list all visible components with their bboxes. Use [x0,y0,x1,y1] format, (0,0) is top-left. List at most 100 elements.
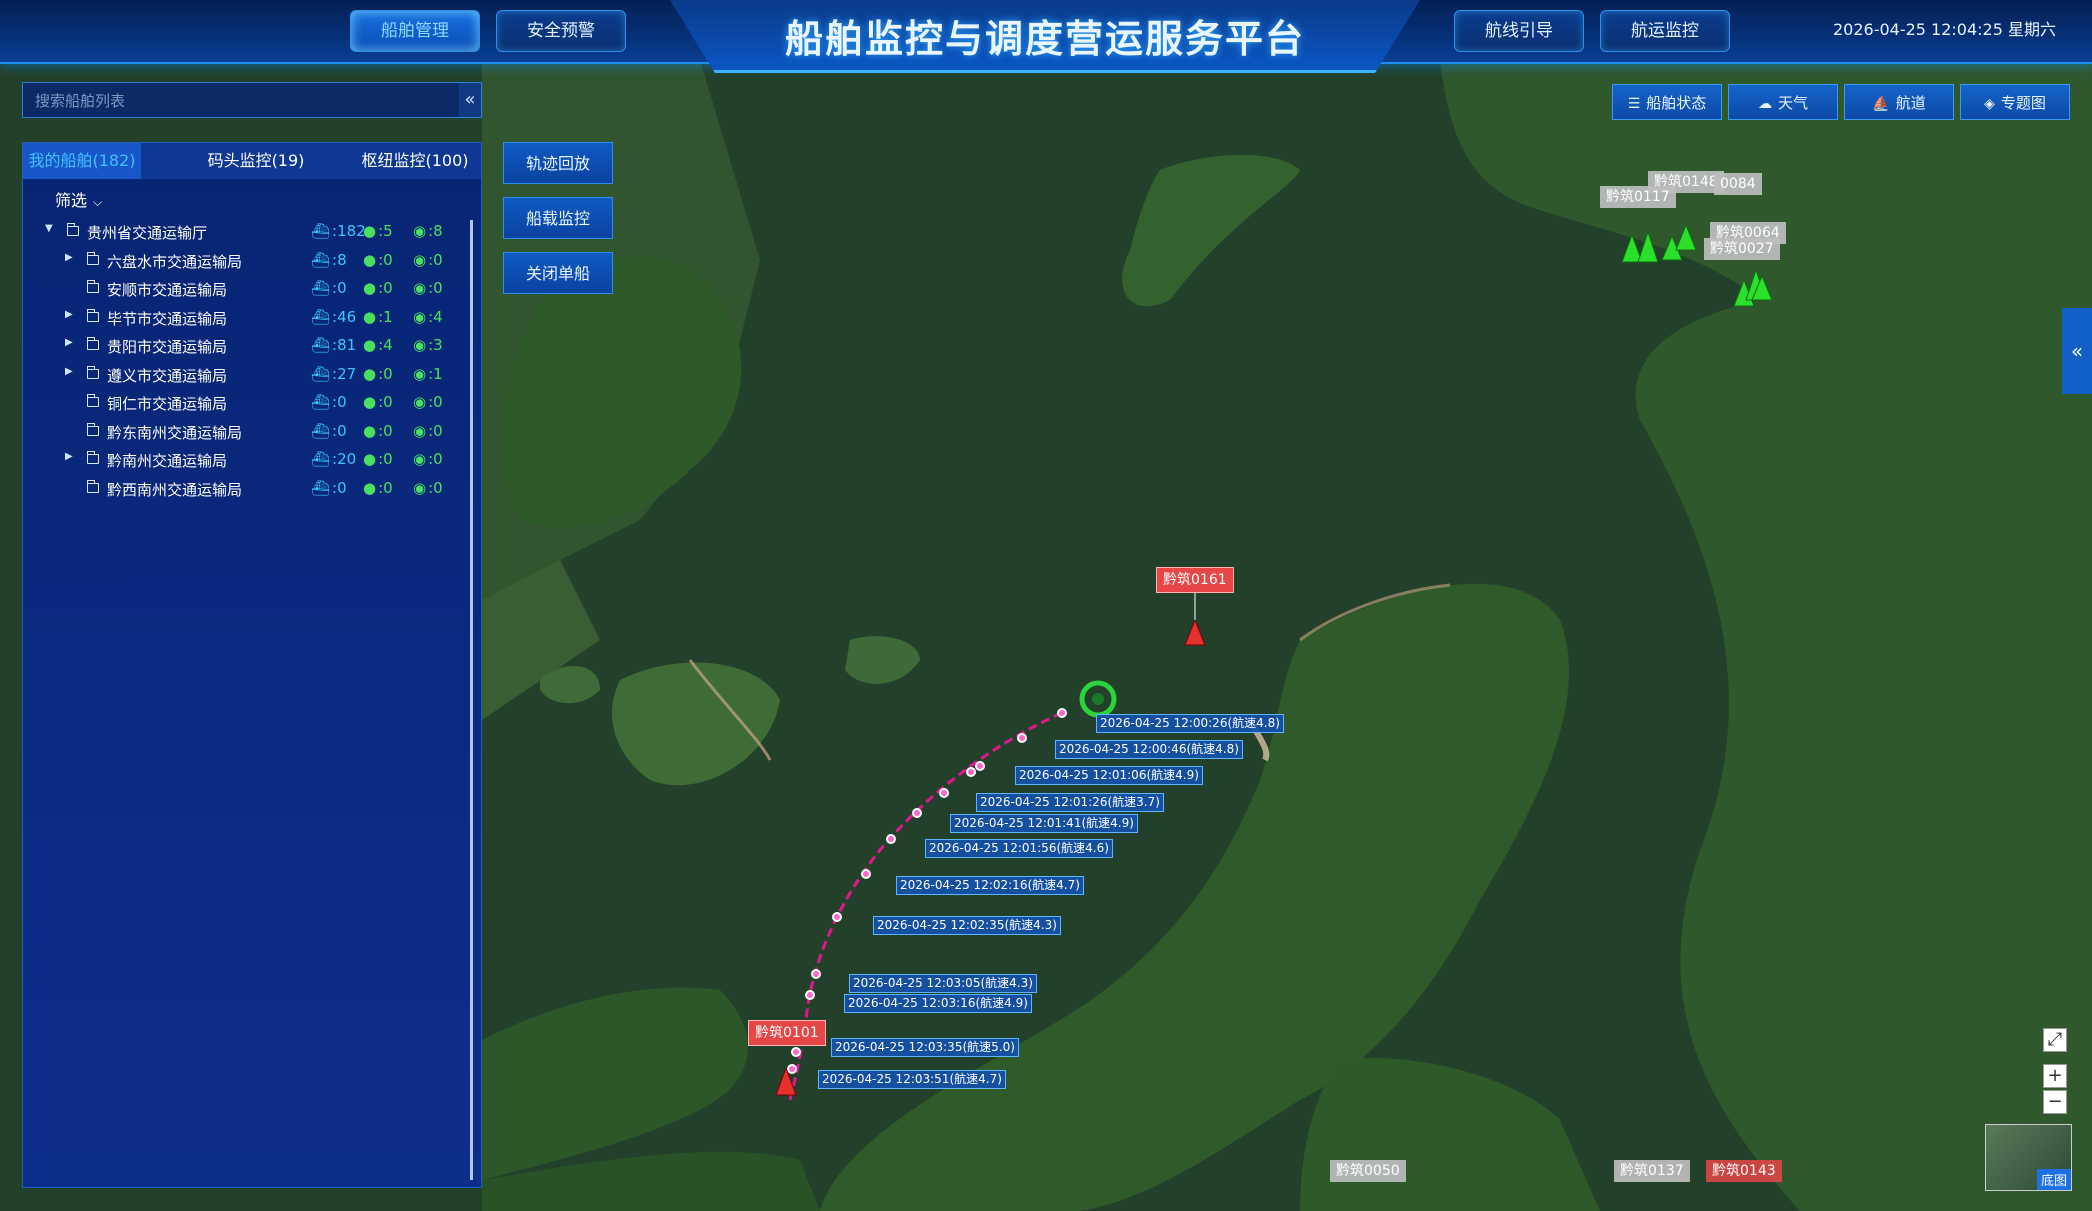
ship-icon: ⛴ [311,307,331,326]
alert-icon: ◉ [413,393,427,411]
caret-right-icon[interactable]: ▶ [65,252,73,263]
track-point-label: 2026-04-25 12:03:51(航速4.7) [818,1070,1006,1089]
alert-count: ◉:1 [413,364,443,383]
track-point-label: 2026-04-25 12:02:35(航速4.3) [873,916,1061,935]
alert-count: ◉:0 [413,393,443,411]
ship-label[interactable]: 0084 [1714,173,1762,195]
tree-row[interactable]: ▶ 遵义市交通运输局 ⛴:27 ●:0 ◉:1 [23,363,463,389]
online-icon: ● [363,279,377,297]
tree-label[interactable]: 安顺市交通运输局 [107,279,227,300]
ship-label[interactable]: 黔筑0137 [1614,1160,1690,1182]
basemap-switcher[interactable]: 底图 [1985,1124,2072,1191]
online-count-value: 0 [383,421,393,440]
ship-label[interactable]: 黔筑0101 [748,1020,826,1046]
channel-button[interactable]: ⛵ 航道 [1844,84,1954,120]
online-count-value: 0 [383,364,393,383]
ship-label[interactable]: 黔筑0050 [1330,1160,1406,1182]
tree-label[interactable]: 遵义市交通运输局 [107,365,227,386]
tree-row[interactable]: ▶ 毕节市交通运输局 ⛴:46 ●:1 ◉:4 [23,306,463,332]
ship-label[interactable]: 黔筑0143 [1706,1160,1782,1182]
ship-icon: ⛴ [311,421,331,440]
ship-count-value: 0 [337,421,347,440]
ship-count: ⛴:81 [311,336,357,354]
tab-my-ships[interactable]: 我的船舶(182) [23,143,141,179]
tree-label[interactable]: 六盘水市交通运输局 [107,251,242,272]
tree-row[interactable]: ▶ 黔南州交通运输局 ⛴:20 ●:0 ◉:0 [23,448,463,474]
online-count-value: 5 [383,222,393,240]
ship-icon: ⛴ [311,478,331,497]
fullscreen-button[interactable]: ⤢ [2043,1028,2067,1052]
caret-right-icon[interactable]: ▶ [65,309,73,320]
tree-label[interactable]: 黔南州交通运输局 [107,450,227,471]
caret-right-icon[interactable]: ▶ [65,366,73,377]
alert-count-value: 8 [433,222,443,240]
alert-icon: ◉ [413,222,427,240]
weather-button[interactable]: ☁ 天气 [1728,84,1838,120]
alert-count-value: 0 [433,250,443,269]
filter-dropdown[interactable]: 筛选 ⌵ [55,187,102,211]
collapse-panel-button[interactable]: « [459,83,481,117]
track-point-label: 2026-04-25 12:03:05(航速4.3) [849,974,1037,993]
folder-icon [86,422,99,436]
scrollbar[interactable] [470,220,473,1180]
tree-label[interactable]: 贵州省交通运输厅 [87,222,207,243]
ship-label[interactable]: 黔筑0027 [1704,238,1780,260]
track-point-label: 2026-04-25 12:01:41(航速4.9) [950,814,1138,833]
weather-icon: ☁ [1757,96,1772,112]
online-count-value: 0 [383,450,393,468]
ship-count-value: 46 [337,307,357,326]
tab-dock-monitor[interactable]: 码头监控(19) [191,143,321,179]
tree-label[interactable]: 铜仁市交通运输局 [107,393,227,414]
tree-row[interactable]: 黔西南州交通运输局 ⛴:0 ●:0 ◉:0 [23,477,463,503]
alert-icon: ◉ [413,279,427,297]
alert-count-value: 1 [433,364,443,383]
zoom-in-button[interactable]: + [2043,1064,2067,1088]
expand-right-panel-button[interactable]: « [2062,308,2092,394]
map-view[interactable]: 船舶监控与调度营运服务平台 船舶管理 安全预警 航线引导 航运监控 2026-0… [0,0,2092,1211]
tab-hub-monitor[interactable]: 枢纽监控(100) [349,143,481,179]
onboard-monitor-button[interactable]: 船载监控 [503,197,613,239]
tree-label[interactable]: 黔西南州交通运输局 [107,479,242,500]
tree-label[interactable]: 黔东南州交通运输局 [107,422,242,443]
nav-safety-warning[interactable]: 安全预警 [496,10,626,52]
nav-ship-management[interactable]: 船舶管理 [350,10,480,52]
ship-search: « [22,82,482,119]
thematic-map-button[interactable]: ◈ 专题图 [1960,84,2070,120]
alert-count: ◉:4 [413,307,443,326]
tree-row[interactable]: ▶ 六盘水市交通运输局 ⛴:8 ●:0 ◉:0 [23,249,463,275]
folder-icon [86,479,99,493]
track-point-label: 2026-04-25 12:01:06(航速4.9) [1015,766,1203,785]
nav-route-guidance[interactable]: 航线引导 [1454,10,1584,52]
zoom-out-button[interactable]: − [2043,1090,2067,1114]
nav-shipping-monitor[interactable]: 航运监控 [1600,10,1730,52]
ship-label[interactable]: 黔筑0161 [1156,567,1234,593]
layers-icon: ◈ [1984,96,1995,112]
online-count-value: 4 [383,336,393,354]
alert-icon: ◉ [413,250,427,269]
online-count: ●:5 [363,222,393,240]
alert-count: ◉:0 [413,421,443,440]
alert-icon: ◉ [413,336,427,354]
caret-right-icon[interactable]: ▶ [65,451,73,462]
datetime: 2026-04-25 12:04:25 星期六 [1832,20,2056,39]
caret-down-icon[interactable]: ▼ [45,223,53,234]
ship-count: ⛴:46 [311,307,357,326]
tree-label[interactable]: 贵阳市交通运输局 [107,336,227,357]
track-playback-button[interactable]: 轨迹回放 [503,142,613,184]
tree-row[interactable]: 铜仁市交通运输局 ⛴:0 ●:0 ◉:0 [23,391,463,417]
alert-count-value: 0 [433,478,443,497]
basemap-label: 底图 [2036,1169,2071,1190]
tree-label[interactable]: 毕节市交通运输局 [107,308,227,329]
ship-status-button[interactable]: ☰ 船舶状态 [1612,84,1722,120]
tree-row[interactable]: 安顺市交通运输局 ⛴:0 ●:0 ◉:0 [23,277,463,303]
ship-label[interactable]: 黔筑0117 [1600,186,1676,208]
tree-row[interactable]: 黔东南州交通运输局 ⛴:0 ●:0 ◉:0 [23,420,463,446]
tree-row[interactable]: ▶ 贵阳市交通运输局 ⛴:81 ●:4 ◉:3 [23,334,463,360]
caret-right-icon[interactable]: ▶ [65,337,73,348]
tree-row[interactable]: ▼ 贵州省交通运输厅 ⛴:182 ●:5 ◉:8 [23,220,463,246]
search-input[interactable] [33,83,467,119]
track-point-label: 2026-04-25 12:00:46(航速4.8) [1055,740,1243,759]
close-single-ship-button[interactable]: 关闭单船 [503,252,613,294]
online-count: ●:0 [363,250,393,269]
alert-count-value: 0 [433,421,443,440]
